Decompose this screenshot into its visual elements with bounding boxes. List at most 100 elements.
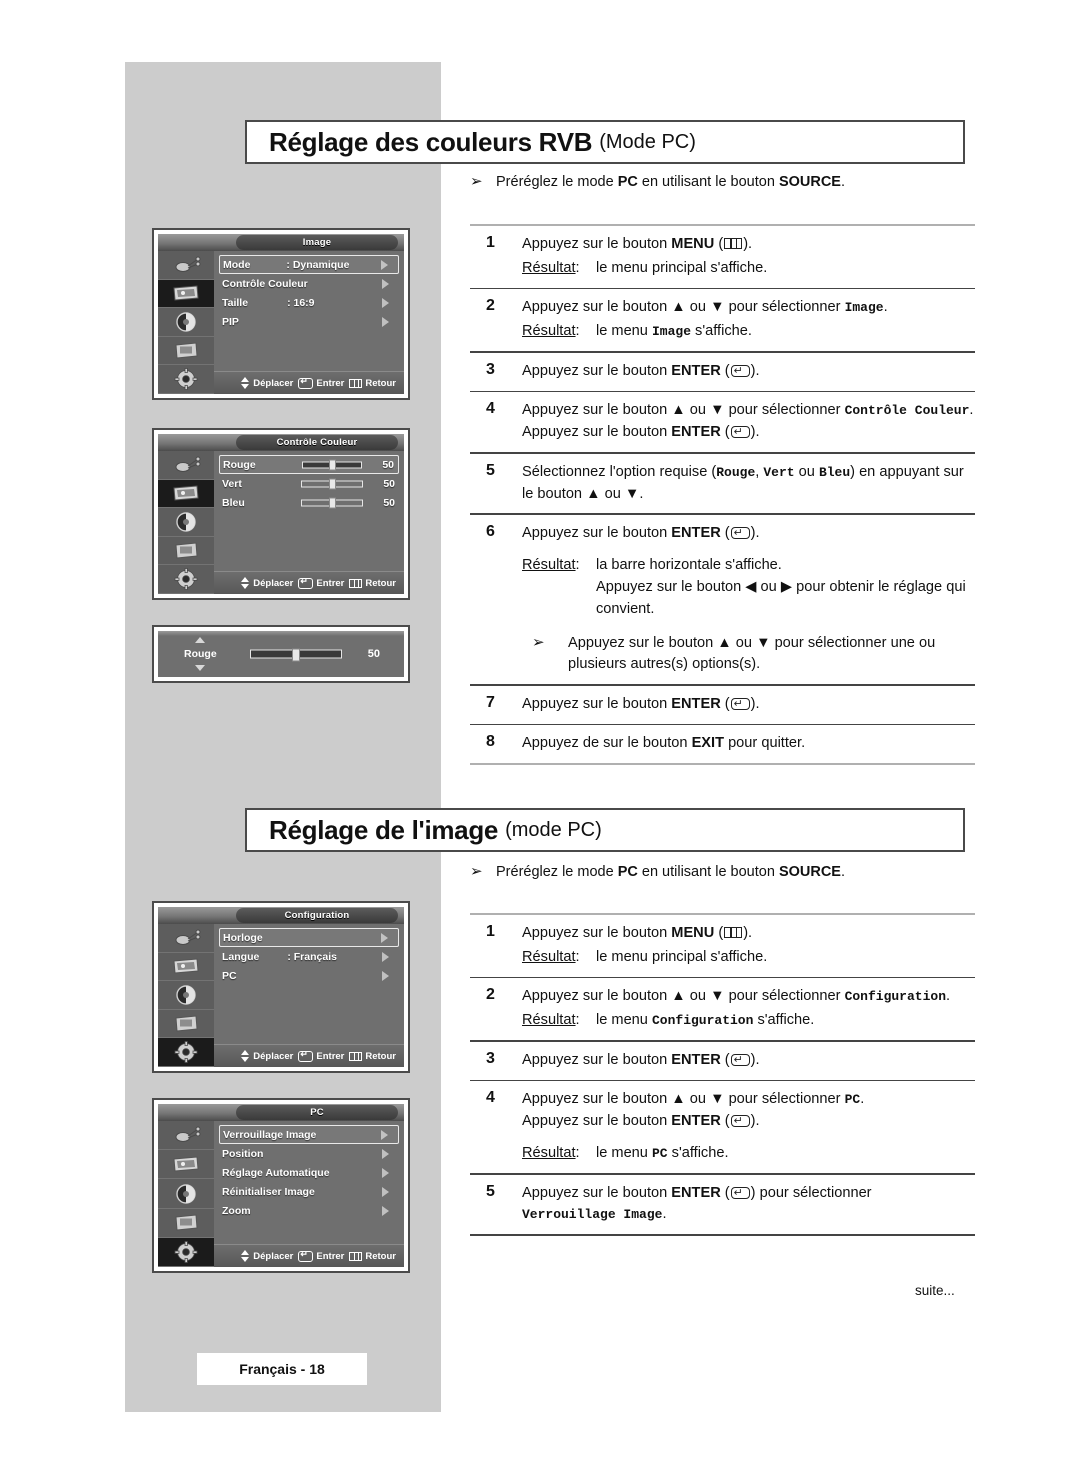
section-title-image: Réglage de l'image (mode PC)	[245, 808, 965, 852]
sidebar-item-picture[interactable]	[158, 279, 214, 309]
osd-row[interactable]: Réglage Automatique	[219, 1163, 399, 1182]
osd-content: Horloge Langue : Français PC	[214, 924, 404, 1045]
osd-row[interactable]: Réinitialiser Image	[219, 1182, 399, 1201]
setup-gear-icon	[173, 367, 199, 391]
footer-enter-label: Entrer	[316, 377, 345, 389]
bar-widget-track[interactable]	[250, 648, 342, 662]
osd-configuration-menu[interactable]: Configuration Horloge Langue: Français …	[152, 901, 410, 1073]
sidebar-item-screen[interactable]	[158, 1209, 214, 1238]
sidebar-item-antenna[interactable]	[158, 451, 214, 480]
osd-footer: Déplacer Entrer Retour	[214, 1044, 404, 1067]
osd-row[interactable]: PIP	[219, 312, 399, 331]
osd-row[interactable]: Position	[219, 1144, 399, 1163]
chevron-right-icon	[381, 932, 388, 943]
sidebar-item-screen[interactable]	[158, 1010, 214, 1039]
bar-widget-knob[interactable]	[292, 648, 300, 662]
option-token-rouge: Rouge	[716, 464, 756, 480]
up-down-arrows-icon	[241, 577, 250, 589]
slider-knob[interactable]	[328, 459, 336, 470]
step-body: Appuyez sur le bouton ▲ ou ▼ pour sélect…	[522, 297, 975, 343]
chevron-right-icon	[382, 278, 389, 289]
antenna-icon	[171, 455, 201, 475]
osd-row[interactable]: Mode : Dynamique	[219, 255, 399, 274]
footer-move: Déplacer	[241, 377, 293, 389]
step-row: 3 Appuyez sur le bouton ENTER (↵).	[470, 353, 975, 391]
osd-rouge-bar-widget[interactable]: Rouge 50	[152, 625, 410, 683]
step-number: 2	[486, 986, 495, 1004]
down-arrow-icon[interactable]	[195, 665, 206, 671]
sidebar-item-setup[interactable]	[158, 365, 214, 394]
section-title-image-main: Réglage de l'image	[269, 814, 499, 845]
footer-move: Déplacer	[241, 577, 293, 589]
setup-gear-icon	[173, 1240, 199, 1264]
sidebar-item-sound[interactable]	[158, 508, 214, 537]
sidebar-item-sound[interactable]	[158, 981, 214, 1010]
sidebar-item-antenna[interactable]	[158, 924, 214, 953]
osd-pc-menu[interactable]: PC Verrouillage Image Position Réglage A…	[152, 1098, 410, 1273]
footer-back-label: Retour	[365, 1050, 396, 1062]
osd-slider-row[interactable]: Bleu 50	[219, 493, 399, 512]
osd-row-value: : 16:9	[287, 296, 315, 309]
sidebar-item-sound[interactable]	[158, 308, 214, 337]
footer-enter: Entrer	[298, 375, 345, 389]
step-number: 5	[486, 1182, 495, 1200]
bar-widget-label: Rouge	[184, 637, 217, 671]
step-body: Appuyez sur le bouton ENTER (↵). Résulta…	[522, 523, 975, 676]
antenna-icon	[171, 928, 201, 948]
chevron-right-icon	[381, 259, 388, 270]
sidebar-item-picture[interactable]	[158, 479, 214, 509]
footer-enter: Entrer	[298, 575, 344, 589]
osd-row[interactable]: Verrouillage Image	[219, 1125, 399, 1144]
osd-footer: Déplacer Entrer Retour	[214, 371, 404, 394]
sidebar-item-setup[interactable]	[158, 1038, 214, 1067]
sidebar-item-screen[interactable]	[158, 537, 214, 566]
slider-track-wrap[interactable]	[301, 478, 363, 489]
sidebar-item-antenna[interactable]	[158, 1121, 214, 1151]
osd-row-label: PIP	[222, 315, 239, 328]
bar-widget-value: 50	[367, 648, 380, 660]
slider-track-wrap[interactable]	[301, 497, 363, 508]
footer-move: Déplacer	[241, 1050, 293, 1062]
screen-icon	[172, 341, 200, 361]
slider-track-wrap[interactable]	[302, 459, 362, 470]
setup-gear-icon	[173, 567, 199, 591]
osd-row[interactable]: Zoom	[219, 1201, 399, 1220]
osd-slider-row[interactable]: Rouge 50	[219, 455, 399, 474]
osd-title: PC	[236, 1105, 398, 1120]
step-body: Sélectionnez l'option requise (Rouge, Ve…	[522, 463, 964, 502]
slider-value: 50	[383, 477, 395, 490]
sidebar-item-setup[interactable]	[158, 565, 214, 594]
sidebar-item-picture[interactable]	[158, 953, 214, 982]
slider-value: 50	[383, 496, 395, 509]
osd-row[interactable]: Contrôle Couleur	[219, 274, 399, 293]
footer-enter: Entrer	[298, 1048, 344, 1062]
sidebar-item-screen[interactable]	[158, 337, 214, 366]
osd-color-control-menu[interactable]: Contrôle Couleur Rouge 50 Vert 50 Bleu 5…	[152, 428, 410, 600]
osd-row[interactable]: Taille : 16:9	[219, 293, 399, 312]
sound-icon	[173, 311, 199, 333]
preset-note-image-text: Préréglez le mode PC en utilisant le bou…	[496, 864, 846, 880]
osd-slider-row[interactable]: Vert 50	[219, 474, 399, 493]
up-arrow-icon[interactable]	[195, 637, 206, 643]
osd-row[interactable]: PC	[219, 966, 399, 985]
step-number: 4	[486, 1089, 495, 1107]
osd-row[interactable]: Horloge	[219, 928, 399, 947]
osd-row-label: Verrouillage Image	[223, 1128, 317, 1141]
step-number: 1	[486, 923, 495, 940]
step-row: 5 Sélectionnez l'option requise (Rouge, …	[470, 454, 975, 514]
osd-row-value: : Dynamique	[286, 258, 350, 271]
sidebar-item-antenna[interactable]	[158, 251, 214, 280]
osd-row[interactable]: Langue : Français	[219, 947, 399, 966]
slider-knob[interactable]	[328, 478, 336, 489]
osd-row-label: Horloge	[223, 931, 263, 944]
osd-title: Configuration	[236, 908, 398, 923]
up-down-arrows-icon	[241, 377, 250, 389]
slider-knob[interactable]	[328, 497, 336, 508]
osd-title: Image	[236, 235, 398, 250]
enter-icon	[298, 375, 314, 389]
sidebar-item-sound[interactable]	[158, 1179, 214, 1209]
footer-back: Retour	[349, 578, 396, 589]
sidebar-item-setup[interactable]	[158, 1237, 214, 1267]
osd-image-menu[interactable]: Image Mode: Dynamique Contrôle Couleur …	[152, 228, 410, 400]
sidebar-item-picture[interactable]	[158, 1150, 214, 1180]
